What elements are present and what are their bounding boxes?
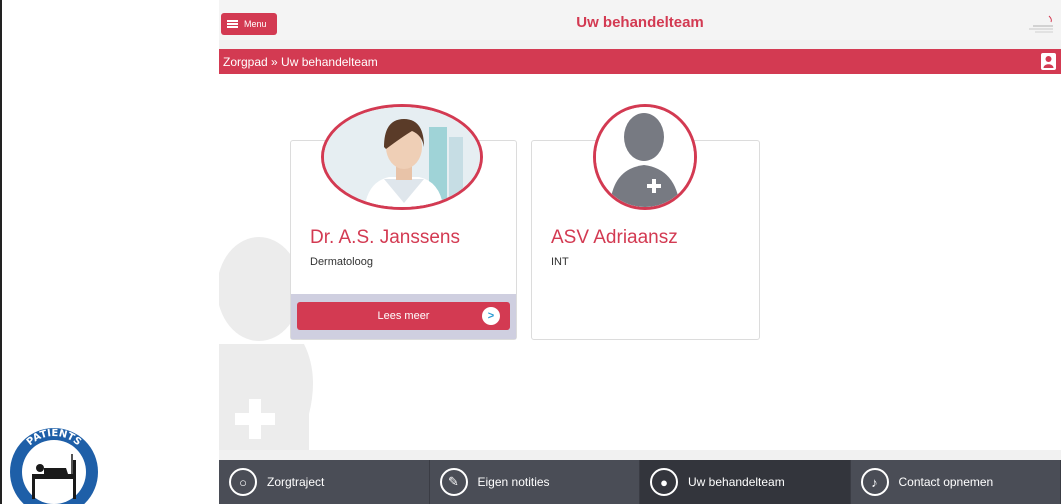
nav-label: Uw behandelteam <box>688 475 785 489</box>
nav-label: Eigen notities <box>477 475 550 489</box>
person-icon: ● <box>650 468 678 496</box>
hamburger-icon <box>227 20 238 28</box>
nav-uw-behandelteam[interactable]: ● Uw behandelteam <box>640 460 851 504</box>
page-title: Uw behandelteam <box>576 14 704 31</box>
doctor-name: ASV Adriaansz <box>551 227 678 248</box>
bell-icon: ♪ <box>860 468 889 496</box>
patients-badge-logo: PATIENTS <box>10 428 98 504</box>
breadcrumb: Zorgpad » Uw behandelteam <box>219 49 1061 74</box>
app-frame: Uw behandelteam Menu Zorgpad » Uw behand… <box>219 0 1061 504</box>
doctor-photo <box>321 104 483 210</box>
nav-label: Zorgtraject <box>267 475 325 489</box>
top-bar: Uw behandelteam Menu <box>219 0 1061 40</box>
bottom-navigation: ○ Zorgtraject ✎ Eigen notities ● Uw beha… <box>219 460 1061 504</box>
pencil-icon: ✎ <box>439 468 468 496</box>
doctor-role: Dermatoloog <box>310 256 373 268</box>
menu-label: Menu <box>244 19 267 29</box>
menu-button[interactable]: Menu <box>221 13 277 35</box>
nav-eigen-notities[interactable]: ✎ Eigen notities <box>429 460 640 504</box>
hospital-logo-icon <box>1029 15 1053 33</box>
card-footer: Lees meer > <box>291 294 516 339</box>
doctor-role: INT <box>551 256 569 268</box>
breadcrumb-text: Zorgpad » Uw behandelteam <box>223 54 378 69</box>
nav-label: Contact opnemen <box>898 475 994 489</box>
profile-icon[interactable] <box>1041 53 1056 70</box>
arrow-right-icon: > <box>482 307 500 325</box>
read-more-button[interactable]: Lees meer > <box>297 302 510 330</box>
nav-contact-opnemen[interactable]: ♪ Contact opnemen <box>850 460 1061 504</box>
nav-zorgtraject[interactable]: ○ Zorgtraject <box>219 460 430 504</box>
read-more-label: Lees meer <box>377 310 430 322</box>
window-border <box>0 0 2 504</box>
doctor-name: Dr. A.S. Janssens <box>310 227 460 248</box>
route-icon: ○ <box>229 468 257 496</box>
placeholder-avatar <box>593 104 697 210</box>
